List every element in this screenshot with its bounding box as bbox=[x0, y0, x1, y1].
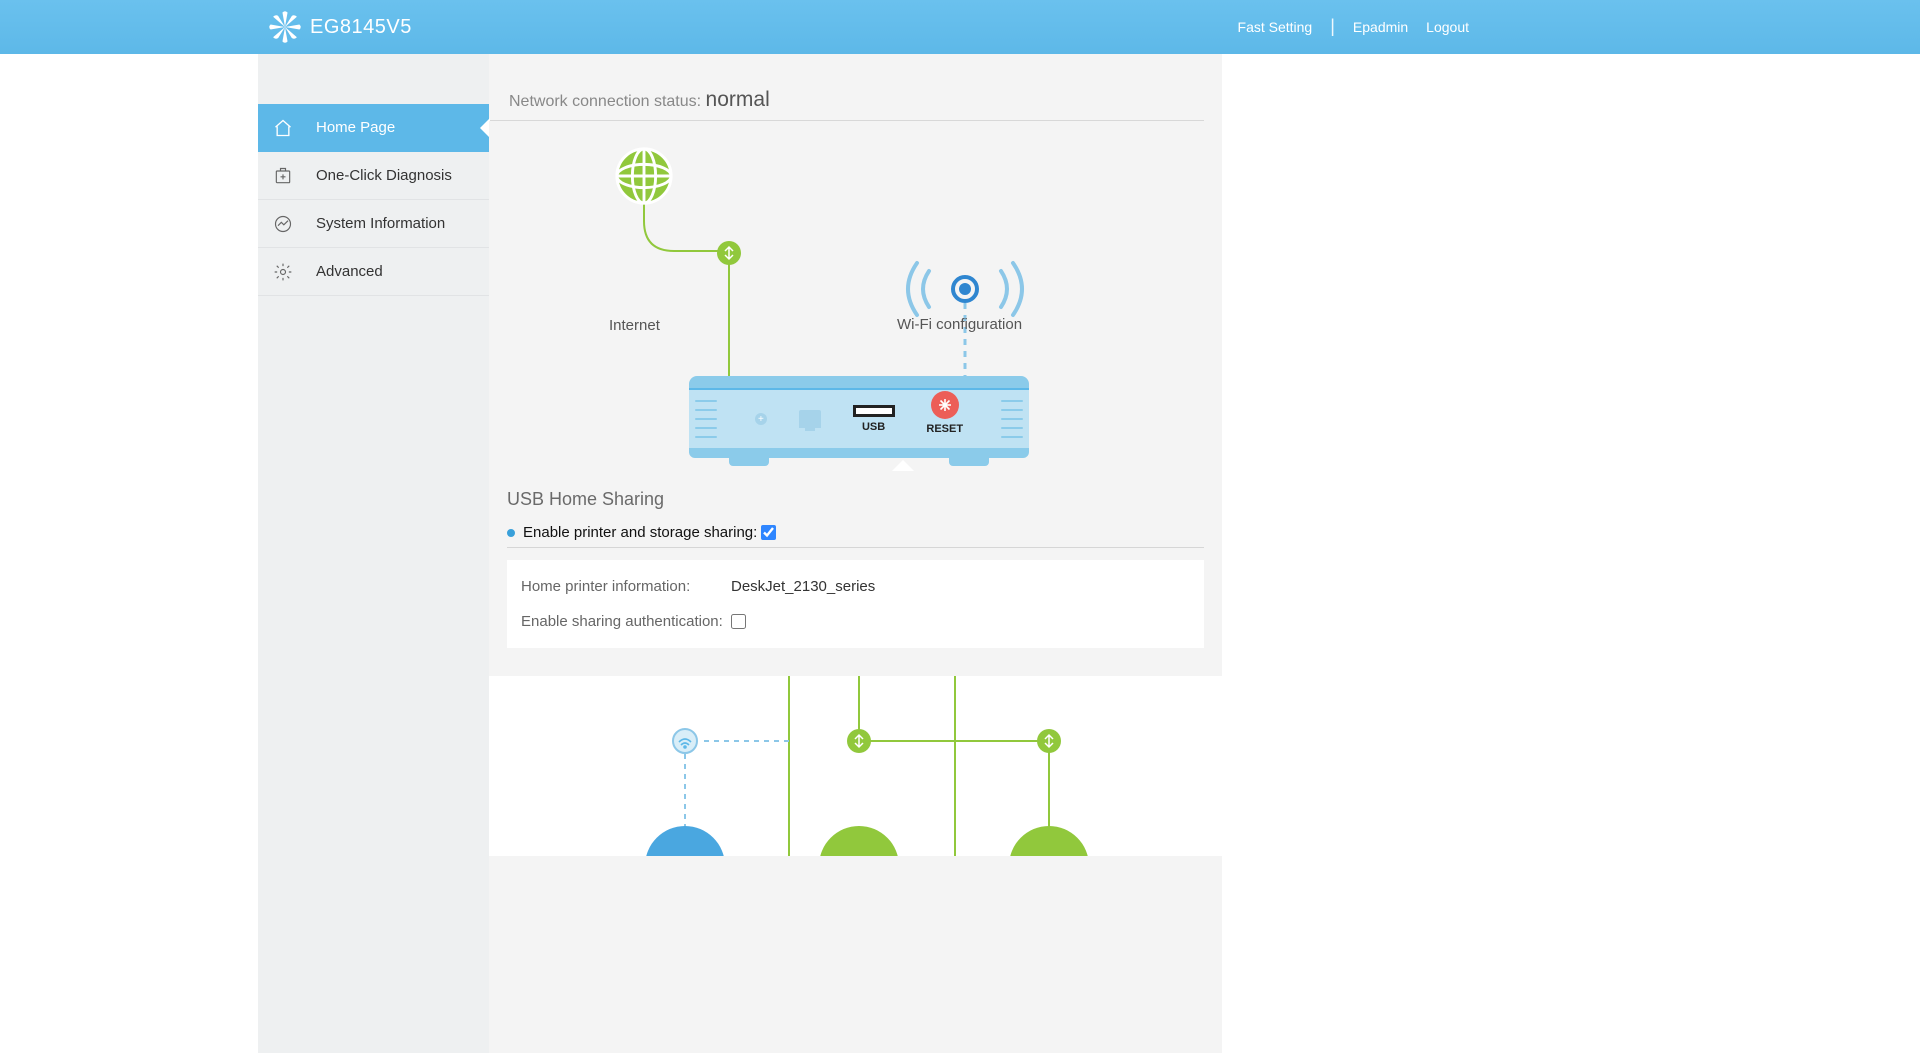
fast-setting-link[interactable]: Fast Setting bbox=[1238, 19, 1313, 35]
enable-sharing-label: Enable printer and storage sharing: bbox=[523, 524, 757, 541]
page-body: Home Page One-Click Diagnosis System Inf… bbox=[258, 54, 1222, 1053]
topbar: EG8145V5 Fast Setting | Epadmin Logout bbox=[0, 0, 1920, 54]
router-graphic: + USB RESET bbox=[689, 376, 1029, 458]
router-port-dot: + bbox=[755, 413, 767, 425]
product-name: EG8145V5 bbox=[310, 16, 412, 39]
sidebar-item-label: Home Page bbox=[316, 119, 395, 136]
network-diagram: Internet Wi-Fi configuration bbox=[489, 121, 1222, 471]
auth-label: Enable sharing authentication: bbox=[521, 613, 731, 630]
enable-sharing-checkbox[interactable] bbox=[761, 525, 776, 540]
sidebar-item-home[interactable]: Home Page bbox=[258, 104, 489, 152]
status-line: Network connection status: normal bbox=[489, 54, 1204, 121]
usb-sharing-panel: Home printer information: DeskJet_2130_s… bbox=[507, 560, 1204, 648]
router-lan-port-icon bbox=[799, 410, 821, 428]
wifi-config-label[interactable]: Wi-Fi configuration bbox=[897, 316, 1022, 333]
bullet-icon bbox=[507, 529, 515, 537]
printer-info-row: Home printer information: DeskJet_2130_s… bbox=[521, 578, 1190, 595]
printer-info-value: DeskJet_2130_series bbox=[731, 578, 875, 595]
sysinfo-icon bbox=[272, 213, 294, 235]
usb-slot-icon bbox=[853, 405, 895, 417]
sidebar-item-label: One-Click Diagnosis bbox=[316, 167, 452, 184]
diagnosis-icon bbox=[272, 165, 294, 187]
router-usb-port[interactable]: USB bbox=[853, 405, 895, 433]
sidebar-item-sysinfo[interactable]: System Information bbox=[258, 200, 489, 248]
user-link[interactable]: Epadmin bbox=[1353, 19, 1408, 35]
sidebar-item-label: Advanced bbox=[316, 263, 383, 280]
reset-label: RESET bbox=[926, 423, 963, 435]
internet-label: Internet bbox=[609, 317, 660, 334]
enable-sharing-row: Enable printer and storage sharing: bbox=[507, 524, 1204, 548]
router-reset-button[interactable]: RESET bbox=[926, 391, 963, 435]
gear-icon bbox=[272, 261, 294, 283]
sidebar-item-advanced[interactable]: Advanced bbox=[258, 248, 489, 296]
usb-sharing-title: USB Home Sharing bbox=[507, 489, 1204, 510]
lower-network-diagram bbox=[489, 676, 1222, 856]
auth-checkbox[interactable] bbox=[731, 614, 746, 629]
usb-label: USB bbox=[862, 421, 885, 433]
sidebar-item-diagnosis[interactable]: One-Click Diagnosis bbox=[258, 152, 489, 200]
status-value: normal bbox=[706, 88, 770, 111]
status-label: Network connection status: bbox=[509, 93, 701, 110]
separator: | bbox=[1330, 16, 1335, 37]
logout-link[interactable]: Logout bbox=[1426, 19, 1469, 35]
printer-info-label: Home printer information: bbox=[521, 578, 731, 595]
content: Network connection status: normal bbox=[489, 54, 1222, 1053]
huawei-logo-icon bbox=[268, 10, 302, 44]
usb-sharing-section: USB Home Sharing Enable printer and stor… bbox=[489, 471, 1222, 676]
sidebar: Home Page One-Click Diagnosis System Inf… bbox=[258, 54, 489, 1053]
home-icon bbox=[272, 117, 294, 139]
sidebar-item-label: System Information bbox=[316, 215, 445, 232]
reset-icon bbox=[931, 391, 959, 419]
selected-port-pointer bbox=[891, 460, 915, 471]
top-links: Fast Setting | Epadmin Logout bbox=[1238, 17, 1479, 38]
globe-icon bbox=[613, 145, 675, 210]
auth-row: Enable sharing authentication: bbox=[521, 613, 1190, 630]
logo-area: EG8145V5 bbox=[258, 10, 412, 44]
